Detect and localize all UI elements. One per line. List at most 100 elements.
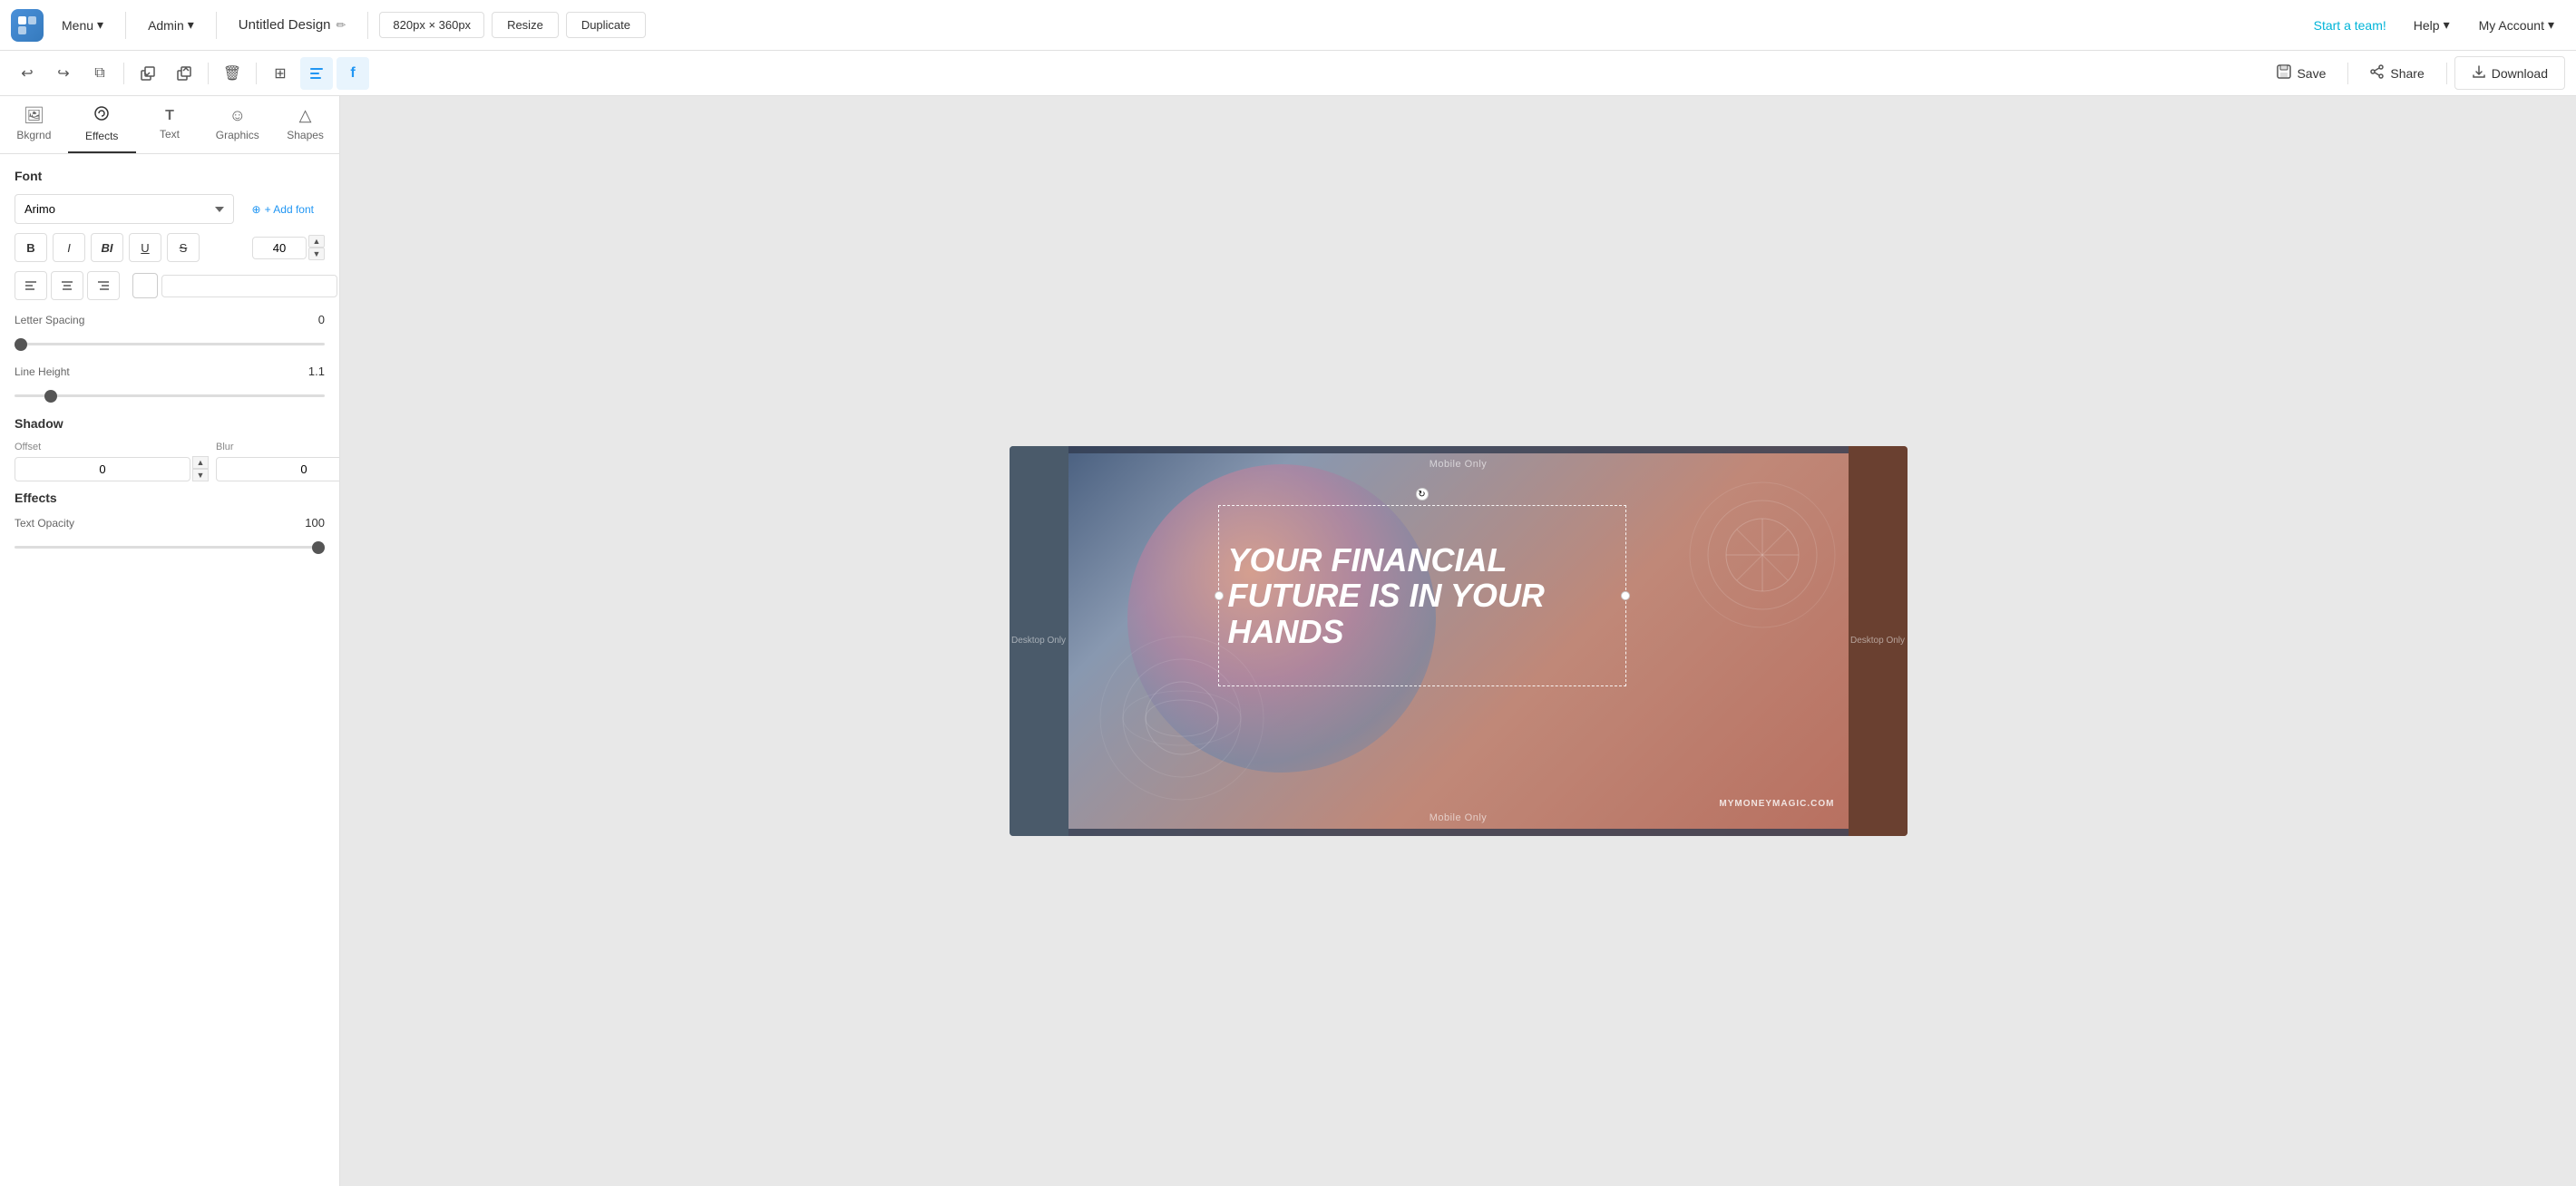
sidebar-content: Font Arimo ⊕ + Add font B I BI U S — [0, 154, 339, 1186]
rings-right — [1681, 473, 1844, 637]
nav-divider-1 — [125, 12, 126, 39]
tab-text-label: Text — [160, 128, 180, 141]
menu-chevron-icon: ▾ — [97, 17, 103, 33]
opacity-row: Text Opacity 100 — [15, 516, 325, 530]
headline-text: YOUR FINANCIAL FUTURE IS IN YOUR HANDS — [1219, 533, 1625, 659]
line-height-label: Line Height — [15, 365, 70, 378]
font-size-input[interactable] — [252, 237, 307, 259]
font-select[interactable]: Arimo — [15, 194, 234, 224]
canvas-wrapper: Desktop Only Desktop Only Mobile Only Mo… — [1010, 446, 1908, 836]
tab-effects[interactable]: Effects — [68, 96, 136, 153]
menu-button[interactable]: Menu ▾ — [51, 12, 114, 38]
align-right-button[interactable] — [87, 271, 120, 300]
tool-separator-5 — [2446, 63, 2447, 84]
grid-button[interactable]: ⊞ — [264, 57, 297, 90]
effects-section-title: Effects — [15, 491, 325, 505]
admin-button[interactable]: Admin ▾ — [137, 12, 205, 38]
align-left-button[interactable] — [15, 271, 47, 300]
selection-handle-left[interactable] — [1215, 591, 1224, 600]
design-title[interactable]: Untitled Design ✏ — [228, 12, 357, 38]
font-size-spinner: ▲ ▼ — [308, 235, 325, 260]
top-bar — [1068, 446, 1849, 453]
tool-separator-2 — [208, 63, 209, 84]
tool-separator-3 — [256, 63, 257, 84]
account-chevron-icon: ▾ — [2548, 17, 2554, 33]
save-button[interactable]: Save — [2262, 59, 2340, 87]
nav-divider-3 — [367, 12, 368, 39]
opacity-label: Text Opacity — [15, 517, 74, 530]
share-button[interactable]: Share — [2356, 59, 2438, 87]
align-button[interactable] — [300, 57, 333, 90]
add-font-button[interactable]: ⊕ + Add font — [241, 196, 325, 223]
line-height-slider[interactable] — [15, 394, 325, 397]
layer-up-button[interactable] — [168, 57, 200, 90]
design-canvas[interactable]: Desktop Only Desktop Only Mobile Only Mo… — [1010, 446, 1908, 836]
website-text: MYMONEYMAGIC.COM — [1719, 799, 1834, 809]
shadow-blur-input[interactable] — [216, 457, 339, 481]
effects-icon — [93, 105, 110, 126]
delete-button[interactable]: 🗑 — [216, 57, 249, 90]
help-chevron-icon: ▾ — [2444, 17, 2450, 33]
tab-shapes-label: Shapes — [287, 129, 324, 141]
tab-bkgrnd[interactable]: 🖼 Bkgrnd — [0, 96, 68, 153]
opacity-value: 100 — [305, 516, 325, 530]
mobile-only-top: Mobile Only — [1429, 459, 1488, 470]
text-selection-box[interactable]: ↻ YOUR FINANCIAL FUTURE IS IN YOUR HANDS — [1218, 505, 1626, 686]
nav-divider-2 — [216, 12, 217, 39]
copy-button[interactable]: ⧉ — [83, 57, 116, 90]
dimensions-button[interactable]: 820px × 360px — [379, 12, 484, 38]
font-size-down[interactable]: ▼ — [308, 248, 325, 260]
download-button[interactable]: Download — [2454, 56, 2565, 90]
start-team-button[interactable]: Start a team! — [2305, 13, 2395, 38]
line-height-value: 1.1 — [308, 365, 325, 378]
font-size-up[interactable]: ▲ — [308, 235, 325, 248]
side-panel-right: Desktop Only — [1849, 446, 1908, 836]
strikethrough-button[interactable]: S — [167, 233, 200, 262]
align-center-button[interactable] — [51, 271, 83, 300]
text-color-swatch[interactable] — [132, 273, 158, 298]
opacity-slider-container — [15, 537, 325, 553]
download-icon — [2472, 64, 2486, 82]
resize-button[interactable]: Resize — [492, 12, 559, 38]
bold-button[interactable]: B — [15, 233, 47, 262]
shadow-blur-label: Blur — [216, 442, 339, 452]
opacity-slider[interactable] — [15, 546, 325, 549]
canvas-area: Desktop Only Desktop Only Mobile Only Mo… — [340, 96, 2576, 1186]
shadow-offset-up[interactable]: ▲ — [192, 456, 209, 469]
shadow-row: Offset ▲ ▼ Blur ▲ — [15, 442, 325, 481]
text-icon: T — [165, 108, 174, 124]
sidebar-tabs: 🖼 Bkgrnd Effects T Text ☺ Graphics △ Sha… — [0, 96, 339, 154]
tab-shapes[interactable]: △ Shapes — [271, 96, 339, 153]
tab-text[interactable]: T Text — [136, 96, 204, 153]
bkgrnd-icon: 🖼 — [24, 106, 44, 125]
tab-graphics[interactable]: ☺ Graphics — [203, 96, 271, 153]
edit-title-icon: ✏ — [337, 18, 346, 33]
main-layout: 🖼 Bkgrnd Effects T Text ☺ Graphics △ Sha… — [0, 96, 2576, 1186]
layer-down-button[interactable] — [132, 57, 164, 90]
line-height-slider-container — [15, 385, 325, 402]
italic-button[interactable]: I — [53, 233, 85, 262]
redo-button[interactable]: ↪ — [47, 57, 80, 90]
account-button[interactable]: My Account ▾ — [2468, 12, 2565, 38]
shadow-offset-input[interactable] — [15, 457, 190, 481]
fb-share-button[interactable]: f — [337, 57, 369, 90]
rotate-handle[interactable]: ↻ — [1416, 488, 1429, 501]
tab-bkgrnd-label: Bkgrnd — [16, 129, 51, 141]
desktop-only-right-label: Desktop Only — [1850, 635, 1905, 647]
text-color-input[interactable]: #ffffff — [161, 275, 337, 297]
letter-spacing-label: Letter Spacing — [15, 314, 84, 326]
duplicate-button[interactable]: Duplicate — [566, 12, 646, 38]
shadow-offset-label: Offset — [15, 442, 209, 452]
font-row: Arimo ⊕ + Add font — [15, 194, 325, 224]
align-row: #ffffff — [15, 271, 325, 300]
tool-separator-4 — [2347, 63, 2348, 84]
selection-handle-right[interactable] — [1621, 591, 1630, 600]
help-button[interactable]: Help ▾ — [2403, 12, 2461, 38]
undo-button[interactable]: ↩ — [11, 57, 44, 90]
bold-italic-button[interactable]: BI — [91, 233, 123, 262]
letter-spacing-row: Letter Spacing 0 — [15, 313, 325, 326]
shadow-section-title: Shadow — [15, 416, 325, 431]
letter-spacing-slider[interactable] — [15, 343, 325, 345]
underline-button[interactable]: U — [129, 233, 161, 262]
shadow-offset-down[interactable]: ▼ — [192, 469, 209, 481]
